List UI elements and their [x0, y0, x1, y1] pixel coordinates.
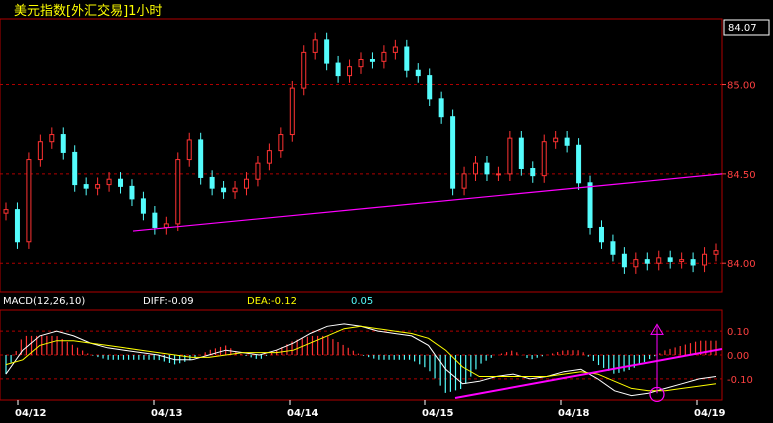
candle-down — [369, 59, 375, 62]
candle-up — [3, 209, 9, 214]
candle-down — [644, 259, 650, 264]
last-price-value: 84.07 — [728, 23, 757, 34]
candle-down — [484, 162, 490, 175]
date-label: 04/18 — [558, 408, 590, 419]
price-trendline — [132, 173, 723, 232]
candle-up — [553, 137, 559, 143]
candle-up — [278, 134, 284, 152]
candle-up — [541, 141, 547, 177]
macd-params-label: MACD(12,26,10) — [3, 296, 85, 307]
candle-down — [152, 212, 158, 228]
candle-down — [587, 182, 593, 228]
candle-up — [95, 184, 101, 189]
candle-up — [633, 259, 639, 268]
candle-down — [690, 259, 696, 266]
candle-up — [232, 187, 238, 193]
candle-up — [26, 159, 32, 243]
candle-down — [221, 187, 227, 193]
candle-down — [667, 257, 673, 262]
candle-down — [198, 139, 204, 178]
chart-canvas: 85.0084.5084.000.100.00-0.10 04/12 04/13 0… — [0, 18, 770, 419]
candle-down — [438, 98, 444, 118]
candle-up — [312, 39, 318, 53]
candle-up — [186, 139, 192, 161]
candle-down — [576, 144, 582, 184]
candle-down — [118, 178, 124, 187]
candle-up — [392, 46, 398, 53]
price-tick-label: 85.00 — [727, 81, 756, 92]
candle-down — [427, 75, 433, 100]
candle-down — [610, 241, 616, 255]
candle-up — [175, 159, 181, 225]
candle-up — [702, 253, 708, 266]
candle-down — [415, 69, 421, 77]
candle-down — [129, 185, 135, 200]
candle-down — [140, 198, 146, 214]
candle-up — [347, 66, 353, 77]
candle-down — [83, 184, 89, 189]
candle-up — [49, 134, 55, 143]
candle-up — [301, 51, 307, 89]
dea-label: DEA:-0.12 — [247, 296, 297, 307]
macd-value-label: 0.05 — [351, 296, 373, 307]
candle-down — [14, 209, 20, 243]
candle-down — [60, 134, 66, 153]
candle-down — [404, 46, 410, 71]
macd-tick-label: -0.10 — [727, 375, 753, 386]
macd-tick-label: 0.10 — [727, 327, 749, 338]
candle-down — [598, 226, 604, 243]
candle-down — [518, 137, 524, 170]
diff-label: DIFF:-0.09 — [143, 296, 194, 307]
candle-down — [450, 116, 456, 189]
date-label: 04/14 — [287, 408, 319, 419]
candle-down — [621, 253, 627, 268]
price-gridlines — [0, 84, 722, 264]
macd-lines — [5, 323, 717, 397]
candle-up — [37, 141, 43, 161]
dea-line — [5, 325, 717, 392]
candle-up — [243, 178, 249, 189]
date-label: 04/13 — [151, 408, 183, 419]
macd-tick-label: 0.00 — [727, 351, 749, 362]
candle-up — [461, 173, 467, 189]
candle-up — [266, 150, 272, 164]
candle-down — [72, 151, 78, 186]
dif-line — [5, 323, 717, 397]
candlesticks — [3, 32, 719, 274]
y-axis-labels: 85.00 84.50 84.00 0.10 0.00 -0.10 — [722, 81, 756, 386]
date-label: 04/12 — [15, 408, 47, 419]
candle-down — [564, 137, 570, 146]
candle-up — [289, 87, 295, 136]
candle-up — [713, 250, 719, 255]
trendlines — [132, 173, 723, 403]
price-tick-label: 84.50 — [727, 170, 756, 181]
candle-up — [358, 59, 364, 68]
candle-up — [495, 173, 501, 176]
candle-up — [163, 223, 169, 228]
macd-histogram — [5, 335, 717, 393]
candle-down — [209, 176, 215, 189]
candle-up — [507, 137, 513, 175]
candle-down — [335, 62, 341, 77]
candle-up — [381, 51, 387, 62]
candle-up — [656, 257, 662, 264]
price-tick-label: 84.00 — [727, 259, 756, 270]
date-label: 04/19 — [694, 408, 726, 419]
candle-up — [473, 162, 479, 175]
candle-up — [106, 178, 112, 186]
date-label: 04/15 — [422, 408, 454, 419]
candle-up — [255, 162, 261, 180]
candle-down — [324, 39, 330, 64]
candle-up — [679, 259, 685, 262]
candle-down — [530, 168, 536, 177]
x-axis-labels: 04/12 04/13 04/14 04/15 04/18 04/19 — [15, 400, 726, 419]
